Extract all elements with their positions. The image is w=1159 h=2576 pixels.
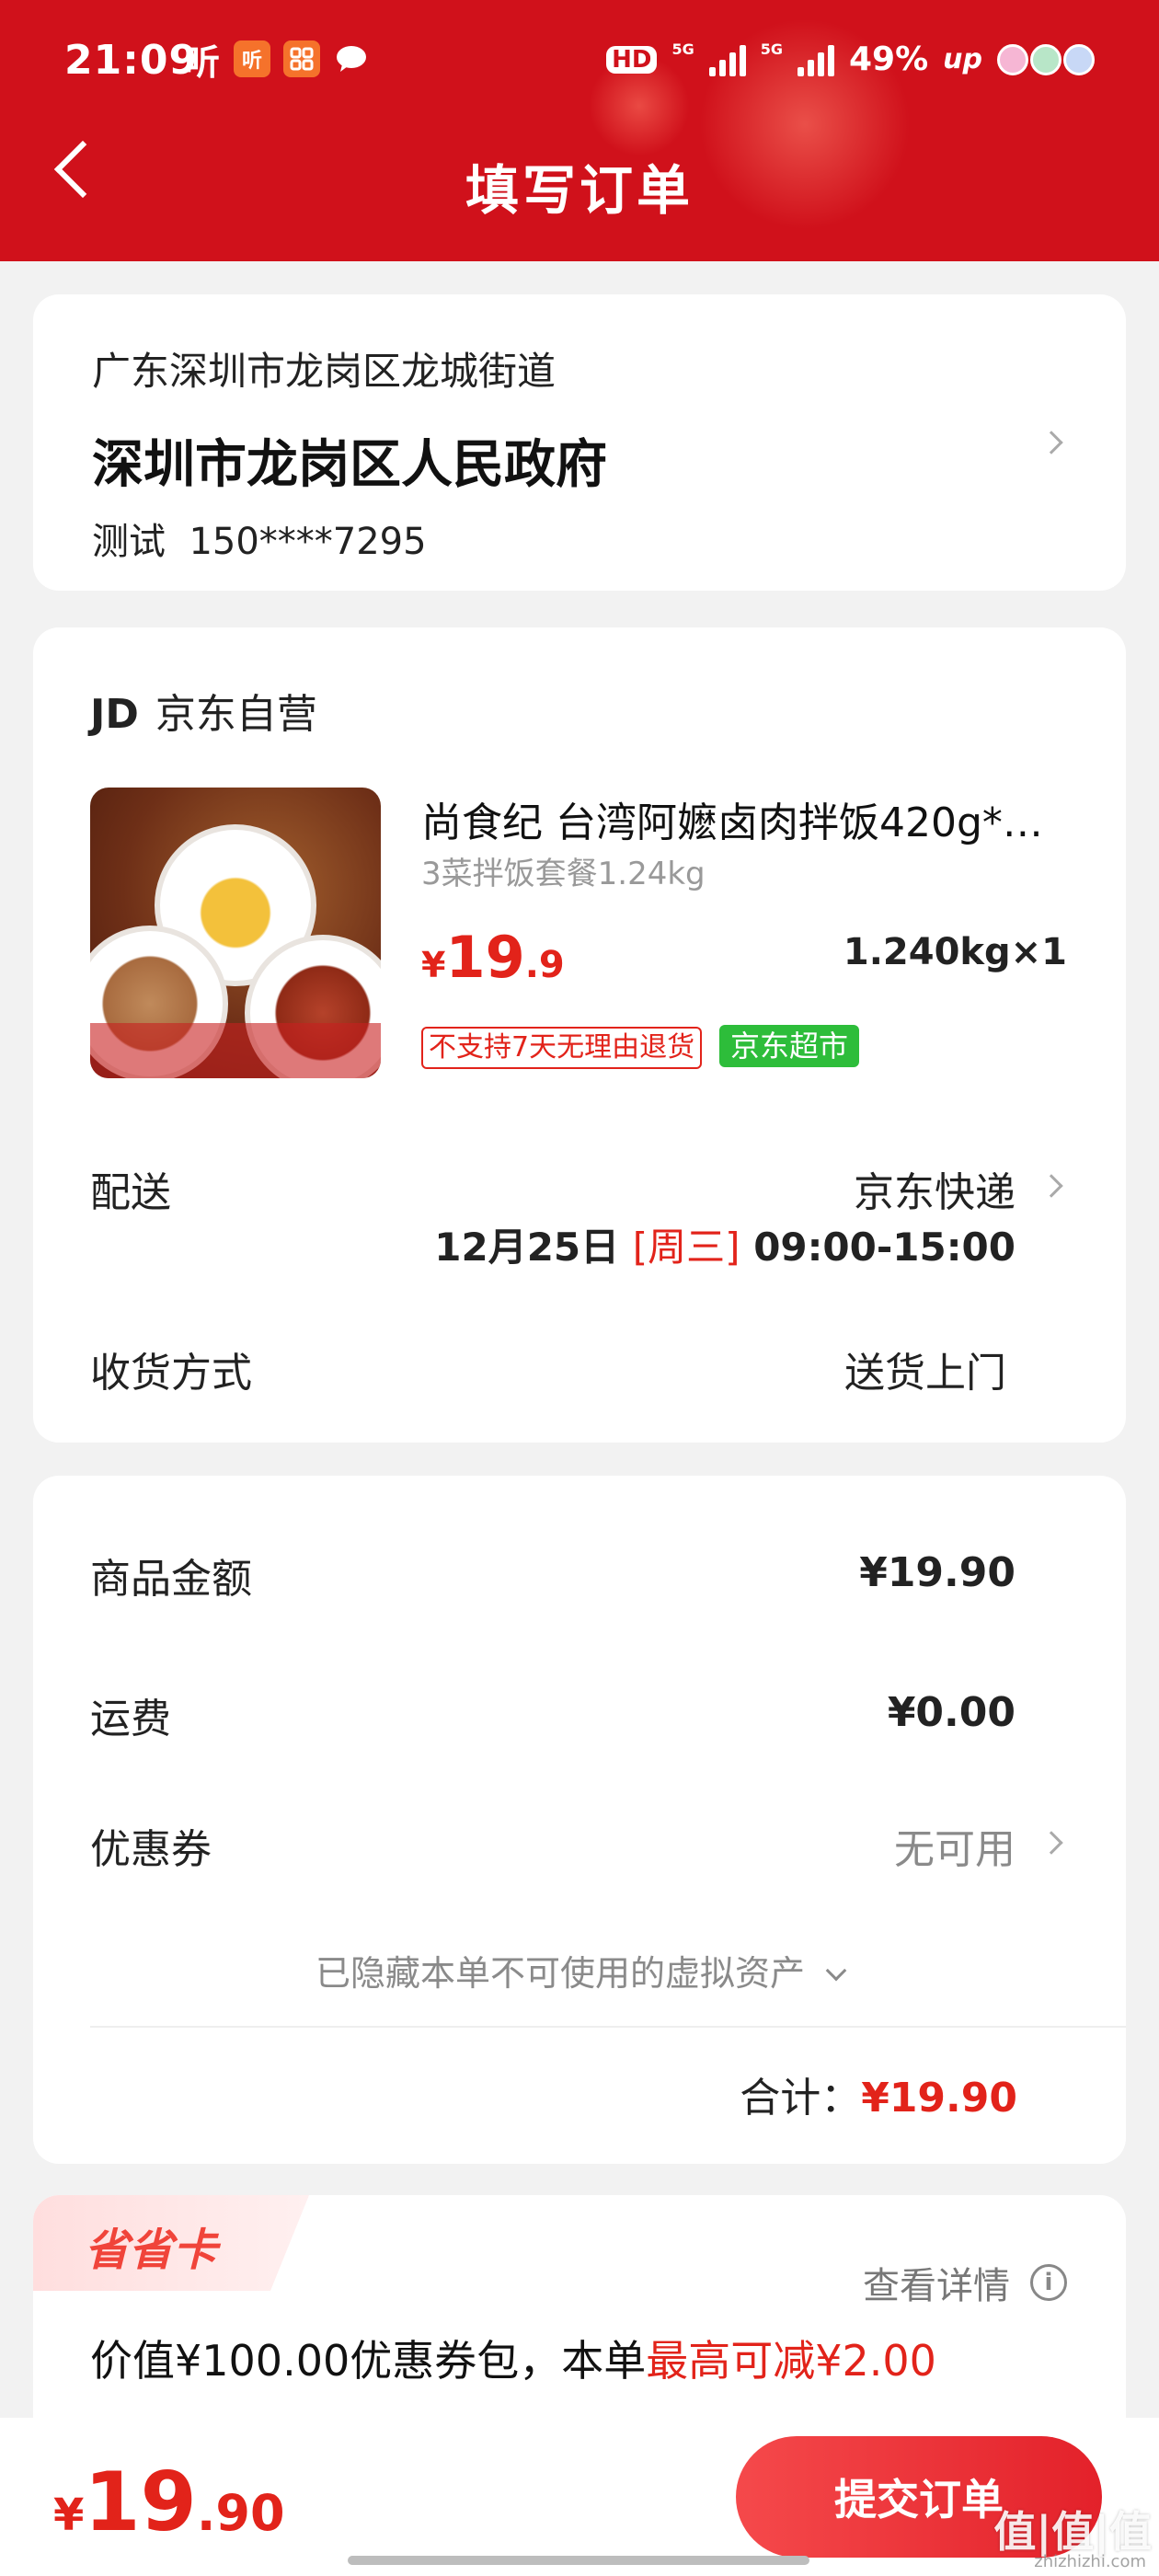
hidden-assets-note: 已隐藏本单不可使用的虚拟资产 — [315, 1953, 805, 1994]
delivery-method[interactable]: 京东快递 — [854, 1159, 1016, 1218]
delivery-time: 09:00-15:00 — [753, 1225, 1016, 1270]
status-right-icons: HD 5G 5G 49% up — [606, 40, 1095, 78]
coupon-value[interactable]: 无可用 — [894, 1816, 1016, 1875]
flower-icon — [997, 43, 1028, 75]
offer-highlight: 最高可减¥2.00 — [646, 2336, 936, 2386]
signal-icon-2 — [797, 43, 834, 76]
signal-icon — [708, 43, 746, 76]
view-details-link[interactable]: 查看详情 i — [863, 2256, 1067, 2309]
bottom-bar: ¥19.90 提交订单 — [0, 2418, 1159, 2576]
jd-supermarket-tag: 京东超市 — [719, 1025, 860, 1067]
listen-app-icon: 听 — [234, 40, 270, 77]
total-value: ¥19.90 — [861, 2075, 1017, 2122]
flower-icon — [1063, 43, 1095, 75]
product-image[interactable] — [90, 788, 381, 1078]
status-app-icons: 听 听 — [184, 40, 370, 83]
watermark-logo: 值|值|值 — [993, 2507, 1152, 2557]
address-contact: 测试 150****7295 — [92, 512, 427, 565]
price-decimal: .9 — [524, 944, 565, 986]
delivery-time-slot[interactable]: 12月25日 [周三] 09:00-15:00 — [434, 1216, 1016, 1272]
jd-logo: JD — [90, 691, 139, 738]
shipping-value: ¥0.00 — [887, 1689, 1016, 1736]
battery-percent: 49% — [848, 40, 929, 78]
message-icon — [333, 40, 370, 77]
delivery-label: 配送 — [90, 1169, 171, 1216]
address-card[interactable]: 广东深圳市龙岗区龙城街道 深圳市龙岗区人民政府 测试 150****7295 — [33, 294, 1126, 591]
up-icon: up — [943, 43, 982, 75]
receive-method-value[interactable]: 送货上门 — [844, 1340, 1006, 1398]
offer-text: 价值¥100.00优惠券包，本单 — [90, 2336, 647, 2386]
coupon-label: 优惠券 — [90, 1826, 212, 1873]
grid-app-icon — [283, 40, 320, 77]
network-5g-label-2: 5G — [760, 40, 783, 58]
view-details-label: 查看详情 — [863, 2265, 1010, 2307]
chevron-right-icon[interactable] — [1039, 431, 1063, 454]
hidden-assets-toggle[interactable]: 已隐藏本单不可使用的虚拟资产 — [33, 1945, 1126, 1995]
info-icon: i — [1030, 2264, 1067, 2301]
receive-method-label: 收货方式 — [90, 1350, 252, 1397]
goods-amount-label: 商品金额 — [90, 1556, 252, 1603]
total-label: 合计： — [740, 2075, 862, 2122]
network-5g-label: 5G — [671, 40, 694, 58]
delivery-weekday: [周三] — [632, 1225, 740, 1270]
product-spec: 3菜拌饭套餐1.24kg — [421, 856, 706, 892]
header-bar: 21:09 听 听 HD 5G 5G 49% up 填写订单 — [0, 0, 1159, 261]
product-price: ¥19.9 — [421, 924, 565, 991]
price-integer: 19 — [84, 2455, 197, 2549]
price-symbol: ¥ — [421, 945, 446, 985]
shop-header: JD 京东自营 — [90, 681, 317, 740]
hd-icon: HD — [606, 45, 658, 74]
order-total: 合计：¥19.90 — [740, 2064, 1017, 2123]
product-quantity: 1.240kg×1 — [843, 931, 1067, 973]
contact-name: 测试 — [92, 521, 166, 563]
home-indicator[interactable] — [348, 2556, 809, 2565]
product-title[interactable]: 尚食纪 台湾阿嬷卤肉拌饭420g*… — [421, 789, 1065, 848]
shop-card: JD 京东自营 尚食纪 台湾阿嬷卤肉拌饭420g*… 3菜拌饭套餐1.24kg ¥… — [33, 627, 1126, 1443]
summary-divider — [90, 2026, 1126, 2028]
chevron-down-icon — [825, 1960, 847, 1982]
price-symbol: ¥ — [53, 2490, 85, 2541]
delivery-date: 12月25日 — [434, 1225, 620, 1270]
flower-icons — [997, 43, 1095, 75]
goods-amount-value: ¥19.90 — [859, 1549, 1016, 1596]
shop-name: 京东自营 — [155, 691, 317, 738]
listen-icon: 听 — [184, 41, 220, 83]
shipping-label: 运费 — [90, 1696, 171, 1742]
bottom-total-price: ¥19.90 — [53, 2455, 285, 2549]
chevron-right-icon[interactable] — [1039, 1174, 1063, 1198]
address-detail: 深圳市龙岗区人民政府 — [92, 435, 607, 495]
status-time: 21:09 — [64, 37, 199, 84]
save-card-title: 省省卡 — [85, 2225, 218, 2276]
price-decimal: .90 — [196, 2484, 285, 2542]
address-region: 广东深圳市龙岗区龙城街道 — [92, 349, 557, 394]
price-integer: 19 — [445, 924, 525, 991]
save-card-offer: 价值¥100.00优惠券包，本单最高可减¥2.00 — [90, 2328, 936, 2388]
no-return-tag: 不支持7天无理由退货 — [421, 1027, 703, 1069]
chevron-right-icon[interactable] — [1039, 1831, 1063, 1855]
table-cloth — [90, 1023, 381, 1078]
page-title: 填写订单 — [465, 159, 694, 222]
summary-card: 商品金额 ¥19.90 运费 ¥0.00 优惠券 无可用 已隐藏本单不可使用的虚… — [33, 1476, 1126, 2164]
watermark-url: zhizhizhi.com — [1034, 2552, 1146, 2571]
contact-phone: 150****7295 — [189, 521, 427, 563]
flower-icon — [1030, 43, 1061, 75]
status-bar: 21:09 听 听 HD 5G 5G 49% up — [0, 28, 1159, 101]
